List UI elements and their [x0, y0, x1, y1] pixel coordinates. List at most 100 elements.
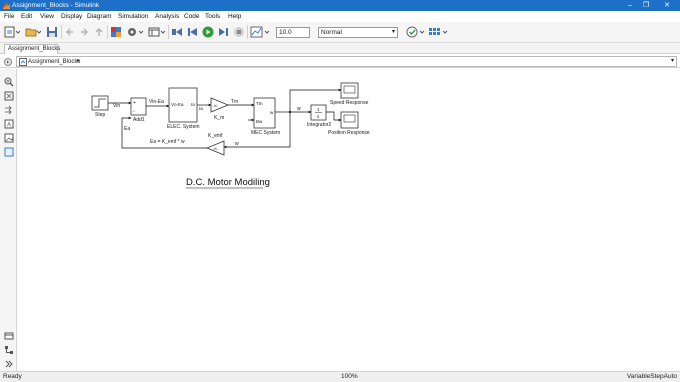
elec-system-block[interactable]: Vn-Ea Ia ELEC. System	[167, 87, 200, 130]
simulation-mode-select[interactable]: Normal ▾	[318, 27, 398, 38]
breadcrumb-dropdown-icon[interactable]: ▾	[671, 57, 674, 66]
up-button[interactable]	[94, 25, 104, 39]
solver-link[interactable]: VariableStepAuto	[627, 372, 677, 382]
back-button[interactable]	[65, 25, 75, 39]
svg-text:+: +	[133, 100, 136, 106]
step-forward-icon	[219, 28, 228, 36]
elec-system-label: ELEC. System	[167, 124, 200, 130]
step-block[interactable]: Step	[91, 95, 109, 118]
integrator-block[interactable]: 1 s Integrator2	[307, 104, 331, 128]
save-button[interactable]	[46, 25, 58, 39]
model-browser-icon[interactable]	[4, 331, 14, 341]
menu-bar: File Edit View Display Diagram Simulatio…	[0, 11, 680, 22]
stop-icon	[234, 27, 244, 37]
image-icon[interactable]	[4, 133, 14, 143]
run-button[interactable]	[202, 25, 214, 39]
stop-time-input[interactable]: 10.0	[276, 27, 310, 38]
add-block[interactable]: + - Add1	[130, 97, 147, 123]
breadcrumb-bar: Assignment_Blocks ▸ ▾	[0, 55, 680, 68]
signal-label-vin-ea: Vin-Ea	[149, 99, 164, 105]
up-arrow-icon	[95, 27, 103, 36]
step-back-button[interactable]	[171, 25, 183, 39]
toolbar-separator	[61, 25, 62, 39]
mec-port-tm: Tm	[256, 101, 263, 106]
mec-system-block[interactable]: Tm Bw w MEC System	[251, 97, 280, 136]
signal-label-ia: Ia	[199, 106, 203, 111]
toolbar-separator	[247, 25, 248, 39]
forward-button[interactable]	[79, 25, 89, 39]
menu-simulation[interactable]: Simulation	[118, 12, 148, 21]
gain-kemf-block[interactable]: -K- K_emf	[205, 133, 225, 156]
signal-label-ea: Ea	[124, 126, 130, 132]
simulink-logo-icon	[3, 2, 10, 9]
tab-assignment-blocks[interactable]: Assignment_Blocks	[4, 44, 60, 54]
diagram-canvas[interactable]: Step Vin + - Add1 Vin-Ea Vn-Ea Ia ELEC. …	[18, 69, 680, 371]
build-model-button[interactable]	[428, 25, 450, 39]
gain-km-symbol: -K-	[213, 103, 219, 108]
breadcrumb-arrow-icon[interactable]: ▸	[77, 57, 80, 66]
forward-arrow-icon	[81, 28, 89, 36]
speed-scope-block[interactable]: Speed Response	[330, 82, 369, 106]
zoom-level[interactable]: 100%	[341, 372, 358, 382]
close-button[interactable]: ✕	[655, 0, 679, 11]
signal-position[interactable]	[326, 111, 342, 122]
annotation-icon[interactable]: A	[4, 119, 14, 129]
position-scope-label: Position Response	[328, 130, 370, 136]
toolbar-separator	[168, 25, 169, 39]
left-palette: A	[0, 69, 17, 371]
signal-label-vin: Vin	[113, 103, 120, 109]
new-model-button[interactable]	[4, 25, 20, 39]
stop-button[interactable]	[233, 25, 245, 39]
build-grid-icon	[429, 28, 448, 35]
gain-km-block[interactable]: -K- K_m	[210, 97, 230, 121]
svg-text:A: A	[7, 123, 11, 129]
menu-help[interactable]: Help	[228, 12, 241, 21]
window-title: Assignment_Blocks - Simulink	[12, 2, 100, 9]
data-inspector-button[interactable]	[250, 25, 272, 39]
model-tab-strip: Assignment_Blocks	[0, 43, 680, 54]
breadcrumb-model-link[interactable]: Assignment_Blocks	[28, 58, 80, 66]
model-browser-toggle-icon[interactable]	[4, 58, 12, 66]
menu-diagram[interactable]: Diagram	[87, 12, 112, 21]
save-icon	[47, 27, 57, 37]
folder-open-icon	[25, 28, 41, 37]
step-back-icon	[172, 28, 182, 36]
expand-chevron-icon[interactable]	[4, 359, 14, 369]
diagram-annotation-title[interactable]: D.C. Motor Modiling	[186, 177, 270, 188]
signal-label-w-out: w	[297, 106, 301, 112]
model-explorer-button[interactable]	[148, 25, 166, 39]
zoom-icon[interactable]	[4, 77, 14, 87]
model-config-button[interactable]	[126, 25, 144, 39]
model-icon	[19, 58, 27, 66]
signal-hierarchy-icon[interactable]	[4, 345, 14, 355]
rewind-icon	[188, 28, 197, 36]
mec-system-label: MEC System	[251, 130, 280, 136]
gear-icon	[128, 28, 144, 36]
arrow-routing-icon[interactable]	[4, 105, 14, 115]
menu-display[interactable]: Display	[61, 12, 82, 21]
signal-label-ea-equation: Ea = K_emf * w	[150, 139, 185, 145]
integrator-label: Integrator2	[307, 122, 331, 128]
elec-port-out: Ia	[191, 102, 195, 107]
menu-code[interactable]: Code	[184, 12, 200, 21]
status-bar: Ready 100% VariableStepAuto	[0, 371, 680, 382]
menu-analysis[interactable]: Analysis	[155, 12, 179, 21]
menu-view[interactable]: View	[40, 12, 54, 21]
area-icon[interactable]	[4, 147, 14, 157]
open-model-button[interactable]	[25, 25, 41, 39]
fit-to-view-icon[interactable]	[4, 91, 14, 101]
step-forward-button[interactable]	[218, 25, 230, 39]
model-advisor-button[interactable]	[406, 25, 426, 39]
gain-kemf-symbol: -K-	[213, 146, 219, 151]
rewind-button[interactable]	[187, 25, 199, 39]
toolbar-separator	[107, 25, 108, 39]
elec-port-in: Vn-Ea	[171, 102, 184, 107]
library-browser-button[interactable]	[110, 25, 122, 39]
menu-file[interactable]: File	[4, 12, 14, 21]
menu-edit[interactable]: Edit	[21, 12, 32, 21]
chevron-down-icon: ▾	[391, 29, 395, 35]
menu-tools[interactable]: Tools	[205, 12, 220, 21]
simulation-mode-value: Normal	[321, 29, 342, 36]
model-explorer-icon	[148, 27, 166, 37]
block-diagram: Step Vin + - Add1 Vin-Ea Vn-Ea Ia ELEC. …	[91, 82, 370, 189]
